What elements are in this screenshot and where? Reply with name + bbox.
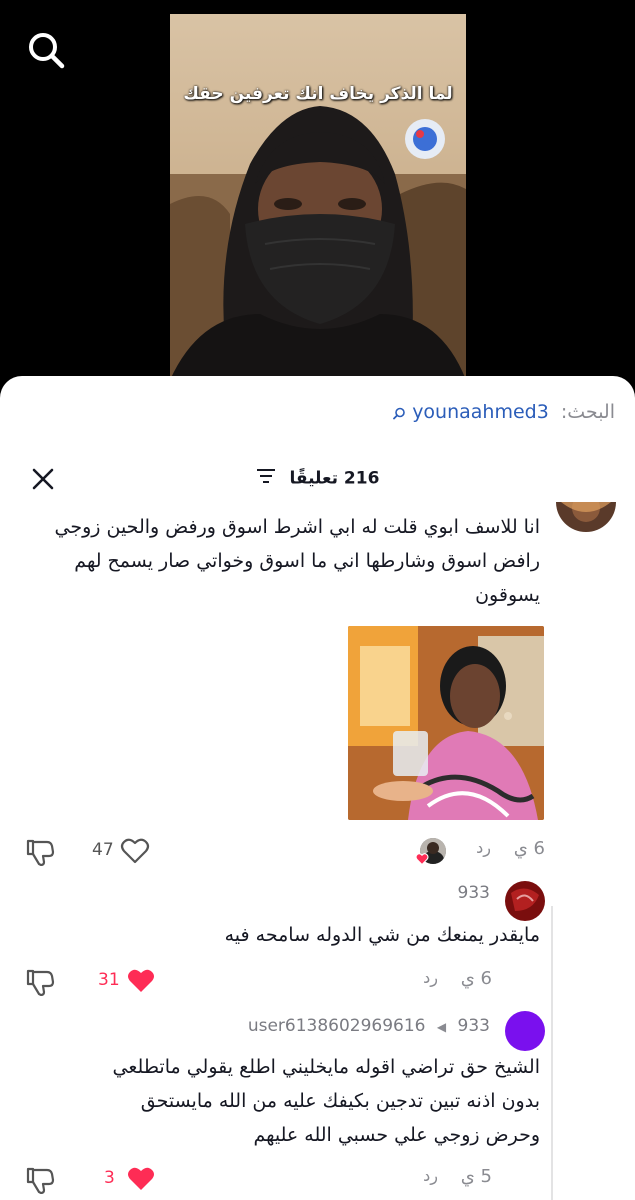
search-icon: [393, 403, 406, 425]
comment-line: رافض اسوق وشارطها اني ما اسوق وخواتي صار…: [74, 550, 540, 572]
reply-button[interactable]: رد: [423, 1166, 438, 1185]
search-icon[interactable]: [26, 30, 66, 70]
comment-count: 216 تعليقًا: [0, 468, 635, 489]
video-player[interactable]: لما الذكر يخاف انك تعرفين حقك: [0, 0, 635, 380]
comment-meta: 6 ي رد 47: [20, 838, 545, 868]
video-caption: لما الذكر يخاف انك تعرفين حقك: [183, 84, 453, 104]
reply-button[interactable]: رد: [423, 968, 438, 987]
search-suggestion[interactable]: البحث: younaahmed3: [393, 401, 615, 425]
thread-line: [551, 906, 553, 1200]
reply-meta: 6 ي رد 31: [20, 968, 492, 998]
reply-line: وحرض زوجي علي حسبي الله عليهم: [253, 1124, 540, 1146]
dislike-icon[interactable]: [25, 968, 55, 1000]
comments-header: 216 تعليقًا: [0, 456, 635, 504]
reply-time: 6 ي: [460, 968, 492, 989]
like-count: 31: [98, 970, 120, 990]
search-label: البحث:: [560, 401, 615, 423]
reply-button[interactable]: رد: [476, 838, 491, 857]
video-thumbnail[interactable]: لما الذكر يخاف انك تعرفين حقك: [170, 14, 466, 380]
reply-line: الشيخ حق تراضي اقوله مايخليني اطلع يقولي…: [112, 1056, 540, 1078]
comment-image-gif[interactable]: [348, 626, 544, 820]
comments-sheet: البحث: younaahmed3 216 تعليقًا انا للاسف…: [0, 376, 635, 1200]
comment-text: انا للاسف ابوي قلت له ابي اشرط اسوق ورفض…: [20, 510, 540, 612]
like-count: 3: [104, 1168, 115, 1188]
reply-username[interactable]: user6138602969616 ◀ 933: [248, 1016, 490, 1036]
like-button[interactable]: [126, 968, 156, 998]
dislike-icon[interactable]: [25, 838, 55, 870]
reply-time: 5 ي: [460, 1166, 492, 1187]
reply-text: الشيخ حق تراضي اقوله مايخليني اطلع يقولي…: [100, 1050, 540, 1152]
reply-text: مايقدر يمنعك من شي الدوله سامحه فيه: [224, 924, 540, 946]
avatar[interactable]: [556, 502, 616, 532]
sort-filter-icon[interactable]: [256, 468, 276, 489]
reply-to-user[interactable]: 933: [458, 1016, 490, 1036]
reply-meta: 5 ي رد 3: [20, 1166, 492, 1196]
like-button[interactable]: [120, 838, 150, 868]
reply-username[interactable]: 933: [458, 883, 490, 903]
like-button[interactable]: [126, 1166, 156, 1196]
comment-count-label: 216 تعليقًا: [289, 468, 380, 489]
avatar[interactable]: [505, 1011, 545, 1051]
search-query-link[interactable]: younaahmed3: [412, 401, 549, 423]
reply-author[interactable]: user6138602969616: [248, 1016, 426, 1036]
heart-icon: [415, 850, 429, 869]
like-count: 47: [92, 840, 114, 860]
dislike-icon[interactable]: [25, 1166, 55, 1198]
avatar[interactable]: [505, 881, 545, 921]
reply-arrow-icon: ◀: [436, 1020, 447, 1034]
comment-line: يسوقون: [475, 584, 540, 606]
comment-time: 6 ي: [513, 838, 545, 859]
reply-line: بدون اذنه تبين تدجين بكيفك عليه من الله …: [140, 1090, 540, 1112]
comment-line: انا للاسف ابوي قلت له ابي اشرط اسوق ورفض…: [54, 516, 540, 538]
